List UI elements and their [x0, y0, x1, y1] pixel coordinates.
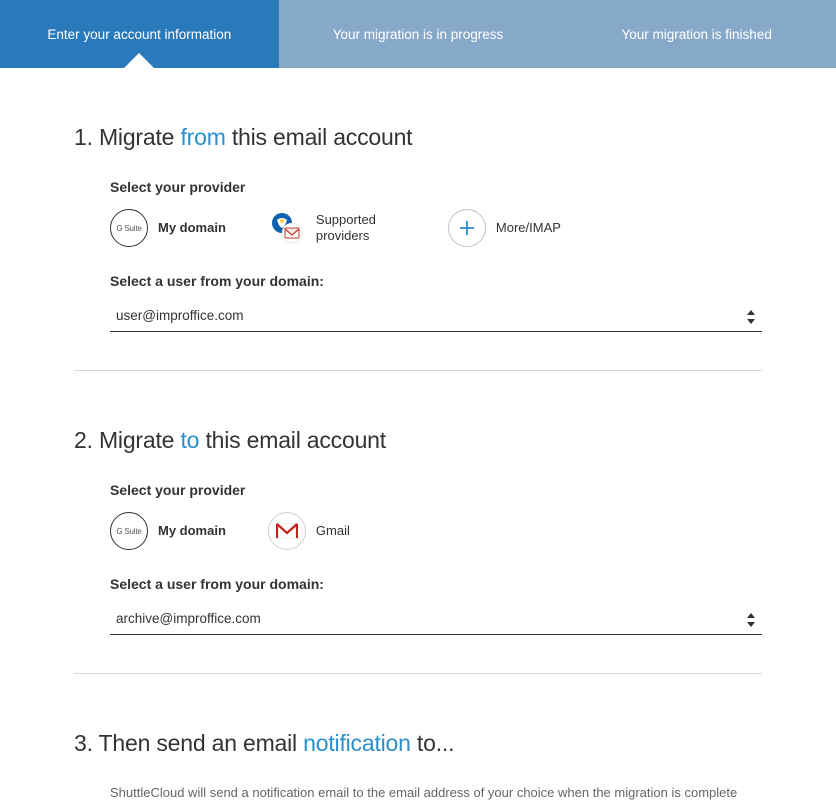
provider-label-text: My domain: [158, 220, 226, 236]
plus-icon: [448, 209, 486, 247]
tab-label: Enter your account information: [47, 27, 231, 42]
form-content: 1. Migrate from this email account Selec…: [0, 68, 836, 800]
step-2-heading: 2. Migrate to this email account: [74, 427, 762, 454]
select-caret-icon: [746, 613, 756, 627]
provider-my-domain[interactable]: G Suite My domain: [110, 209, 226, 247]
provider-label-text: Gmail: [316, 523, 350, 539]
tab-finished[interactable]: Your migration is finished: [557, 0, 836, 68]
provider-label-text: Supported providers: [316, 212, 406, 245]
gsuite-icon: G Suite: [110, 209, 148, 247]
gmail-icon: [268, 512, 306, 550]
from-user-value: user@improffice.com: [116, 308, 244, 323]
to-user-select[interactable]: archive@improffice.com: [110, 606, 762, 635]
provider-gmail[interactable]: Gmail: [268, 512, 350, 550]
provider-label: Select your provider: [110, 179, 762, 195]
to-user-value: archive@improffice.com: [116, 611, 261, 626]
step-2-migrate-to: 2. Migrate to this email account Select …: [74, 371, 762, 674]
provider-options-from: G Suite My domain: [110, 209, 762, 247]
progress-tabs: Enter your account information Your migr…: [0, 0, 836, 68]
user-select-label: Select a user from your domain:: [110, 576, 762, 592]
notification-description: ShuttleCloud will send a notification em…: [110, 785, 762, 800]
gsuite-icon: G Suite: [110, 512, 148, 550]
tab-label: Your migration is in progress: [333, 27, 504, 42]
select-caret-icon: [746, 310, 756, 324]
provider-my-domain[interactable]: G Suite My domain: [110, 512, 226, 550]
step-3-heading: 3. Then send an email notification to...: [74, 730, 762, 757]
provider-supported[interactable]: Supported providers: [268, 209, 406, 247]
active-tab-arrow: [123, 53, 155, 69]
tab-enter-info[interactable]: Enter your account information: [0, 0, 279, 68]
provider-options-to: G Suite My domain Gmail: [110, 512, 762, 550]
provider-more-imap[interactable]: More/IMAP: [448, 209, 561, 247]
step-3-notification: 3. Then send an email notification to...…: [74, 674, 762, 800]
user-select-label: Select a user from your domain:: [110, 273, 762, 289]
tab-in-progress[interactable]: Your migration is in progress: [279, 0, 558, 68]
provider-label-text: My domain: [158, 523, 226, 539]
provider-label: Select your provider: [110, 482, 762, 498]
step-1-migrate-from: 1. Migrate from this email account Selec…: [74, 68, 762, 371]
from-user-select[interactable]: user@improffice.com: [110, 303, 762, 332]
tab-label: Your migration is finished: [622, 27, 772, 42]
provider-label-text: More/IMAP: [496, 220, 561, 236]
step-1-heading: 1. Migrate from this email account: [74, 124, 762, 151]
supported-providers-icon: [268, 209, 306, 247]
